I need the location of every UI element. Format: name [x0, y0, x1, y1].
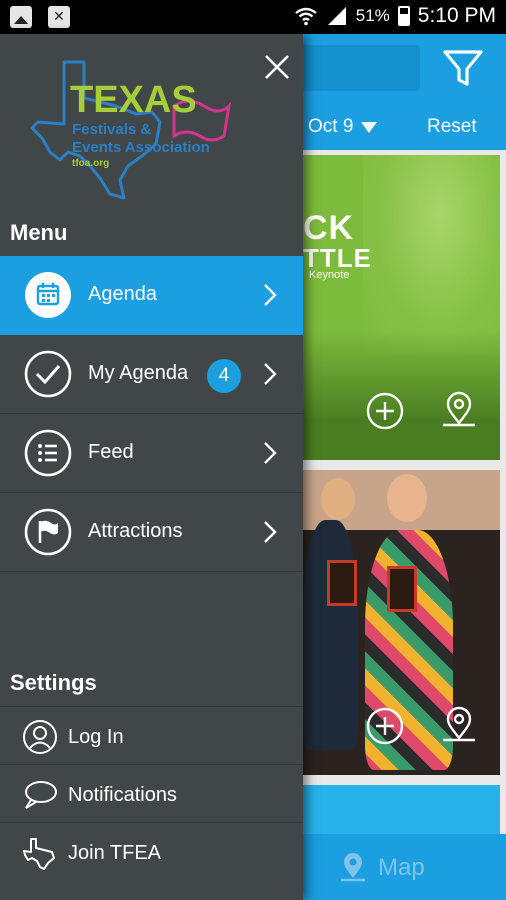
tfea-logo: TEXAS Festivals & Events Association tfo…: [30, 60, 232, 200]
menu-item-my-agenda[interactable]: My Agenda 4: [0, 335, 303, 414]
reset-button[interactable]: Reset: [427, 116, 477, 138]
list-icon: [24, 429, 72, 477]
texas-icon: [23, 838, 55, 870]
settings-item-label: Log In: [68, 726, 124, 748]
date-dropdown-value: Oct 9: [308, 116, 354, 137]
user-icon: [23, 720, 57, 754]
map-pin-icon[interactable]: [338, 850, 368, 882]
add-to-agenda-icon[interactable]: [365, 391, 405, 431]
add-to-agenda-icon[interactable]: [365, 706, 405, 746]
session-card[interactable]: [303, 470, 500, 775]
image-notification-icon: [10, 6, 32, 28]
sheet-notification-icon: ✕: [48, 6, 70, 28]
svg-text:Festivals &: Festivals &: [72, 121, 151, 138]
map-tab-label[interactable]: Map: [378, 854, 425, 882]
photo-person: [387, 474, 427, 522]
menu-item-label: Feed: [88, 441, 134, 463]
award-plaque: [327, 560, 357, 606]
chat-bubble-icon: [25, 781, 57, 809]
battery-icon: [397, 6, 410, 26]
card-image: [363, 155, 500, 355]
settings-heading: Settings: [10, 670, 97, 695]
signal-icon: [327, 7, 346, 25]
search-input[interactable]: [300, 45, 420, 91]
menu-item-label: Agenda: [88, 283, 157, 305]
card-subtitle: Keynote: [309, 269, 350, 281]
filter-icon[interactable]: [440, 48, 486, 90]
photo-person: [321, 478, 355, 520]
menu-list: Agenda My Agenda 4 Feed Attractions: [0, 256, 303, 572]
wifi-icon: [295, 7, 317, 26]
menu-item-feed[interactable]: Feed: [0, 414, 303, 493]
check-circle-icon: [24, 350, 72, 398]
location-pin-icon[interactable]: [439, 389, 479, 429]
chevron-down-icon: [361, 121, 378, 133]
menu-item-agenda[interactable]: Agenda: [0, 256, 303, 335]
close-icon[interactable]: [260, 50, 294, 84]
settings-list: Log In Notifications Join TFEA: [0, 706, 303, 880]
clock: 5:10 PM: [417, 4, 496, 27]
chevron-right-icon: [264, 363, 277, 385]
date-dropdown[interactable]: Oct 9: [308, 116, 378, 138]
settings-item-notifications[interactable]: Notifications: [0, 764, 303, 822]
chevron-right-icon: [264, 442, 277, 464]
svg-text:Events Association: Events Association: [72, 139, 210, 156]
settings-item-label: Notifications: [68, 784, 177, 806]
battery-percent: 51%: [355, 6, 390, 25]
count-badge: 4: [207, 359, 241, 393]
calendar-icon: [25, 272, 71, 318]
chevron-right-icon: [264, 284, 277, 306]
settings-item-log-in[interactable]: Log In: [0, 706, 303, 764]
chevron-right-icon: [264, 521, 277, 543]
settings-item-label: Join TFEA: [68, 842, 161, 864]
svg-text:tfoa.org: tfoa.org: [72, 158, 109, 169]
flag-icon: [24, 508, 72, 556]
navigation-drawer: TEXAS Festivals & Events Association tfo…: [0, 34, 303, 900]
settings-item-join-tfea[interactable]: Join TFEA: [0, 822, 303, 880]
award-plaque: [387, 566, 417, 612]
menu-item-attractions[interactable]: Attractions: [0, 493, 303, 572]
menu-item-label: My Agenda: [88, 362, 189, 384]
session-card[interactable]: CK TTLE Keynote: [303, 155, 500, 460]
menu-heading: Menu: [10, 220, 68, 245]
status-bar: ✕ 51% 5:10 PM: [0, 0, 506, 34]
menu-item-label: Attractions: [88, 520, 183, 542]
location-pin-icon[interactable]: [439, 704, 479, 744]
svg-text:TEXAS: TEXAS: [70, 79, 197, 121]
